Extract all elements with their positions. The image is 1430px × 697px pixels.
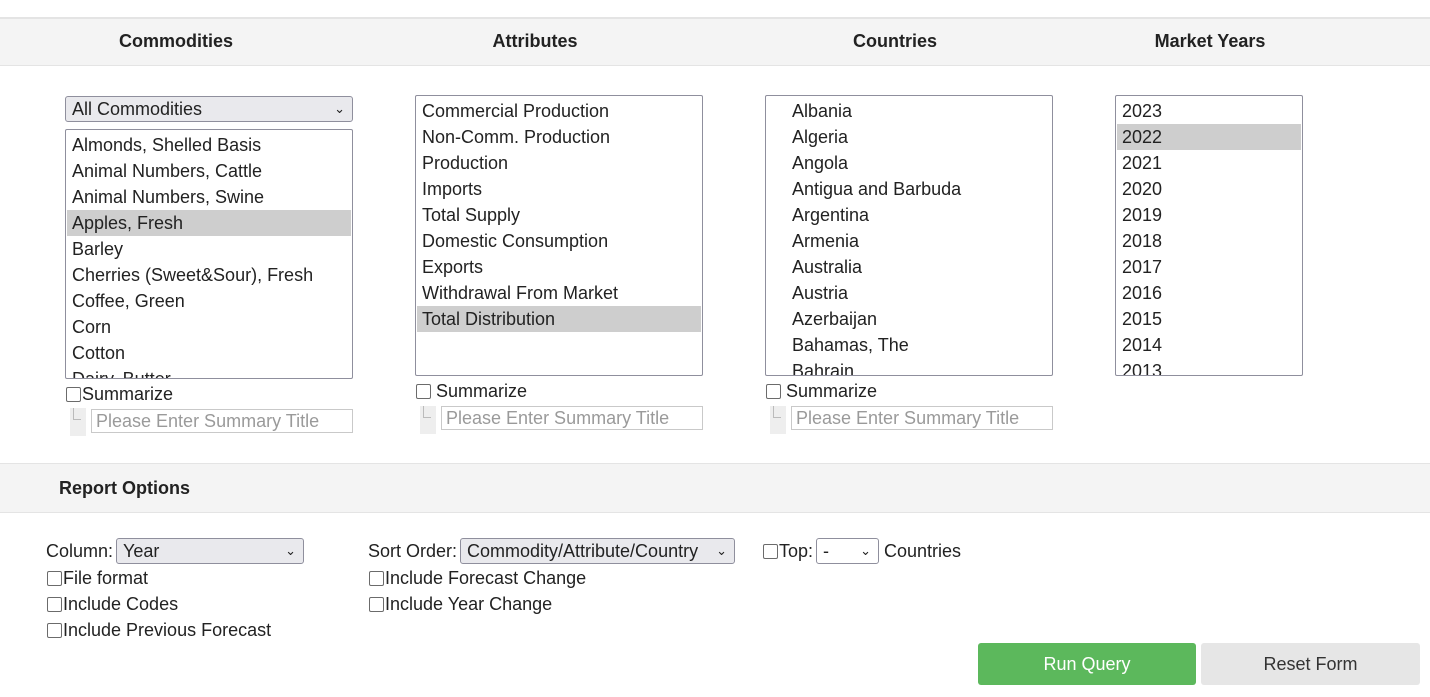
top-checkbox[interactable] [763,544,778,559]
report-options-bar [0,463,1430,513]
list-item[interactable]: Domestic Consumption [416,228,702,254]
commodities-summarize-checkbox[interactable] [66,387,81,402]
include-forecast-change-checkbox[interactable] [369,571,384,586]
countries-list[interactable]: Albania Algeria Angola Antigua and Barbuda A… [765,95,1053,376]
list-item[interactable]: Total Distribution [417,306,701,332]
file-format-checkbox[interactable] [47,571,62,586]
summary-title-placeholder: Please Enter Summary Title [96,411,320,431]
list-item[interactable]: Corn [66,314,352,340]
file-format-label: File format [63,568,149,588]
list-item[interactable]: Apples, Fresh [67,210,351,236]
list-item[interactable]: 2022 [1117,124,1301,150]
include-codes-checkbox[interactable] [47,597,62,612]
list-item[interactable]: Total Supply [416,202,702,228]
summary-title-placeholder: Please Enter Summary Title [446,408,670,428]
sort-order-value: Commodity/Attribute/Country [467,541,699,561]
top-count-value: - [823,541,829,561]
commodities-list[interactable]: Almonds, Shelled Basis Animal Numbers, Ca… [65,129,353,379]
commodities-summary-title-input[interactable]: Please Enter Summary Title [91,409,353,433]
list-item[interactable]: 2020 [1116,176,1302,202]
chevron-down-icon: ⌄ [860,543,871,558]
top-countries-label: Countries [884,541,962,561]
list-item[interactable]: Bahrain [766,358,1052,375]
list-item[interactable]: Antigua and Barbuda [766,176,1052,202]
list-item[interactable]: Dairy, Butter [66,366,352,378]
tree-line [773,406,781,418]
market-years-list[interactable]: 2023 2022 2021 2020 2019 2018 2017 2016 2015 2014… [1115,95,1303,376]
commodity-group-value: All Commodities [72,99,203,119]
column-label: Column: [46,541,114,561]
list-item[interactable]: Algeria [766,124,1052,150]
countries-summary-title-input[interactable]: Please Enter Summary Title [791,406,1053,430]
list-item[interactable]: Animal Numbers, Cattle [66,158,352,184]
include-forecast-change-label: Include Forecast Change [385,568,587,588]
market-years-header: Market Years [1154,31,1266,51]
run-query-button[interactable]: Run Query [978,643,1196,685]
attributes-summarize-checkbox[interactable] [416,384,431,399]
list-item[interactable]: Commercial Production [416,98,702,124]
list-item[interactable]: 2017 [1116,254,1302,280]
include-previous-forecast-checkbox[interactable] [47,623,62,638]
commodity-group-select[interactable]: All Commodities ⌄ [65,96,353,122]
list-item[interactable]: Azerbaijan [766,306,1052,332]
countries-summarize-label: Summarize [786,381,878,401]
sort-order-select[interactable]: Commodity/Attribute/Country ⌄ [460,538,735,564]
include-codes-label: Include Codes [63,594,179,614]
countries-header: Countries [852,31,937,51]
list-item[interactable]: 2016 [1116,280,1302,306]
column-select[interactable]: Year ⌄ [116,538,304,564]
attributes-header: Attributes [492,31,578,51]
include-year-change-label: Include Year Change [385,594,553,614]
list-item[interactable]: 2013 [1116,358,1302,375]
list-item[interactable]: Withdrawal From Market [416,280,702,306]
list-item[interactable]: Cherries (Sweet&Sour), Fresh [66,262,352,288]
chevron-down-icon: ⌄ [285,543,296,558]
commodities-header: Commodities [118,31,233,51]
list-item[interactable]: Austria [766,280,1052,306]
list-item[interactable]: Armenia [766,228,1052,254]
list-item[interactable]: Barley [66,236,352,262]
list-item[interactable]: Production [416,150,702,176]
list-item[interactable]: Australia [766,254,1052,280]
top-label: Top: [779,541,814,561]
commodities-summarize-label: Summarize [82,384,174,404]
list-item[interactable]: Coffee, Green [66,288,352,314]
list-item[interactable]: Animal Numbers, Swine [66,184,352,210]
summary-title-placeholder: Please Enter Summary Title [796,408,1020,428]
reset-form-button[interactable]: Reset Form [1201,643,1420,685]
list-item[interactable]: 2014 [1116,332,1302,358]
list-item[interactable]: Argentina [766,202,1052,228]
tree-line [423,406,431,418]
include-year-change-checkbox[interactable] [369,597,384,612]
countries-summarize-checkbox[interactable] [766,384,781,399]
list-item[interactable]: Albania [766,98,1052,124]
report-options-title: Report Options [59,478,190,498]
list-item[interactable]: 2021 [1116,150,1302,176]
column-select-value: Year [123,541,160,561]
chevron-down-icon: ⌄ [716,543,727,558]
list-item[interactable]: 2015 [1116,306,1302,332]
chevron-down-icon: ⌄ [334,101,345,116]
list-item[interactable]: 2023 [1116,98,1302,124]
list-item[interactable]: 2019 [1116,202,1302,228]
list-item[interactable]: Non-Comm. Production [416,124,702,150]
include-previous-forecast-label: Include Previous Forecast [63,620,272,640]
top-count-select[interactable]: - ⌄ [816,538,879,564]
tree-line [73,408,81,420]
list-item[interactable]: Angola [766,150,1052,176]
attributes-summary-title-input[interactable]: Please Enter Summary Title [441,406,703,430]
attributes-summarize-label: Summarize [436,381,528,401]
list-item[interactable]: Bahamas, The [766,332,1052,358]
list-item[interactable]: Imports [416,176,702,202]
list-item[interactable]: Cotton [66,340,352,366]
sort-order-label: Sort Order: [368,541,458,561]
list-item[interactable]: Exports [416,254,702,280]
list-item[interactable]: 2018 [1116,228,1302,254]
list-item[interactable]: Almonds, Shelled Basis [66,132,352,158]
attributes-list[interactable]: Commercial Production Non-Comm. Productio… [415,95,703,376]
